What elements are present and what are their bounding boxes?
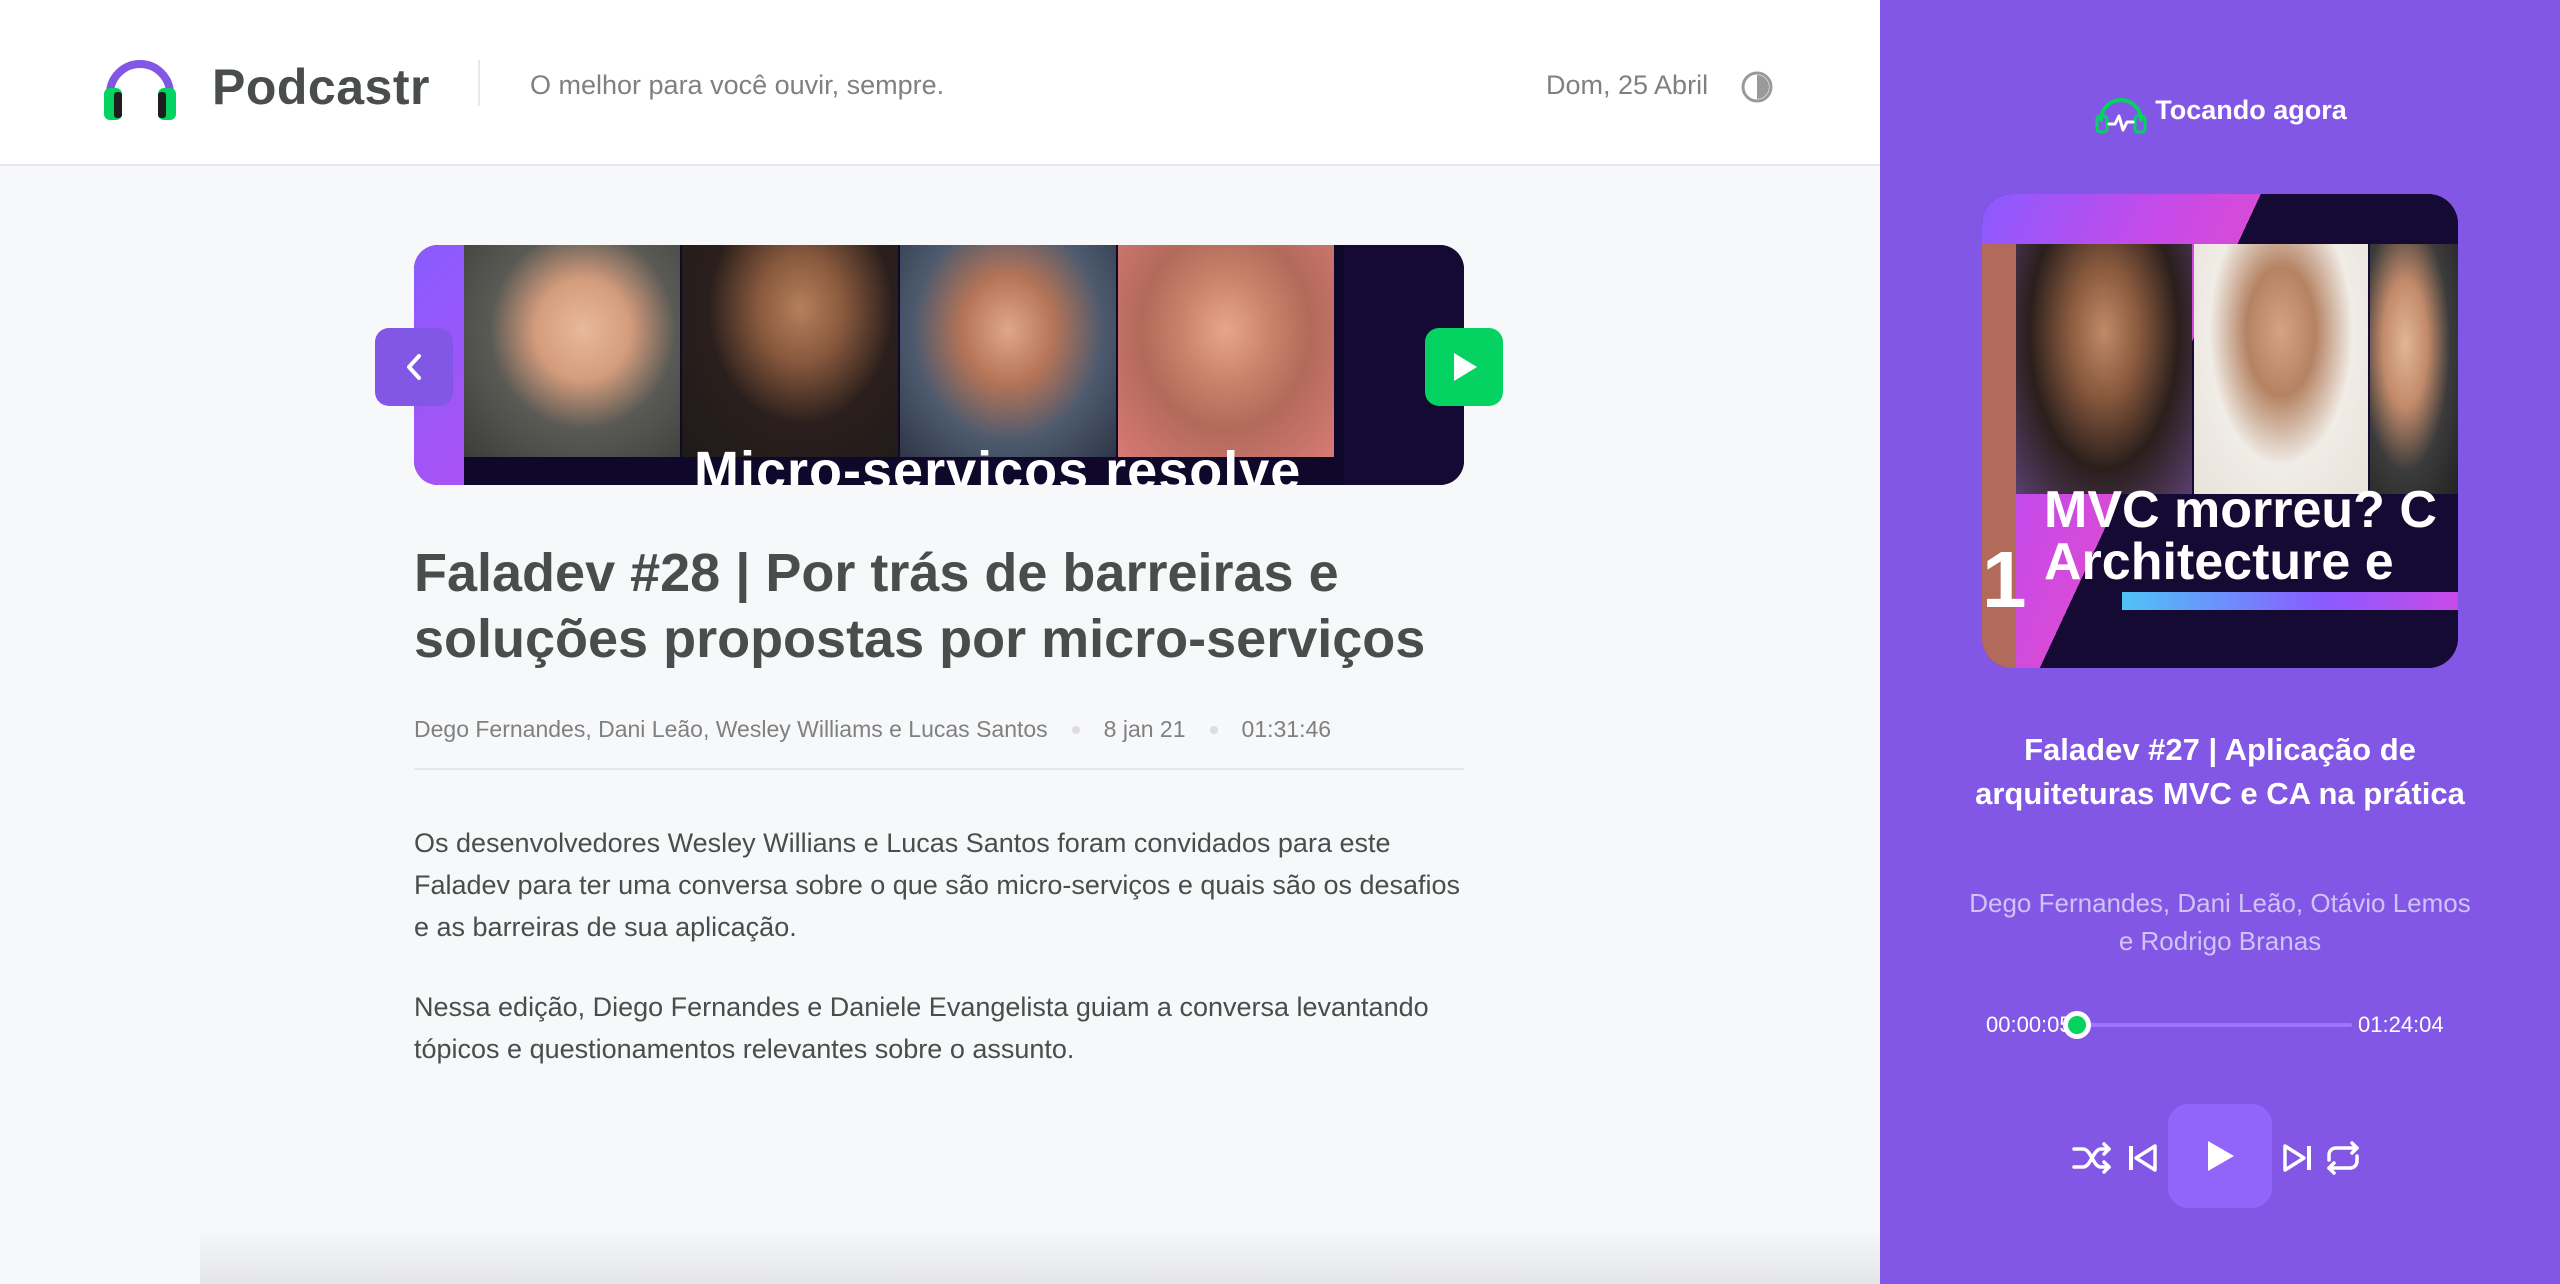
total-time: 01:24:04 bbox=[2358, 1012, 2444, 1037]
play-button[interactable] bbox=[2168, 1104, 2272, 1208]
meta-divider bbox=[414, 768, 1464, 770]
participant-photo bbox=[2370, 244, 2458, 494]
episode-members: Dego Fernandes, Dani Leão, Wesley Willia… bbox=[414, 716, 1048, 742]
episode-thumbnail: Micro-serviços resolve bbox=[414, 245, 1464, 485]
repeat-button[interactable] bbox=[2320, 1138, 2366, 1178]
play-icon bbox=[2208, 1141, 2234, 1171]
episode-date: 8 jan 21 bbox=[1103, 716, 1186, 742]
cover-caption: MVC morreu? C Architecture e bbox=[2044, 484, 2458, 588]
next-icon bbox=[2283, 1144, 2311, 1172]
headphones-logo-icon bbox=[104, 60, 176, 120]
progress-track[interactable] bbox=[2080, 1023, 2352, 1027]
shuffle-button[interactable] bbox=[2070, 1138, 2114, 1178]
participant-photo bbox=[464, 245, 680, 457]
cover-caption-line: Architecture e bbox=[2044, 533, 2394, 588]
next-button[interactable] bbox=[2278, 1138, 2318, 1178]
cover-caption-line: MVC morreu? C bbox=[2044, 484, 2437, 539]
meta-separator-dot bbox=[1209, 725, 1218, 734]
player-header: Tocando agora bbox=[1880, 86, 2560, 134]
episode-meta: Dego Fernandes, Dani Leão, Wesley Willia… bbox=[414, 716, 1331, 743]
thumbnail-caption: Micro-serviços resolve bbox=[694, 441, 1302, 485]
play-episode-button[interactable] bbox=[1425, 328, 1503, 406]
tagline: O melhor para você ouvir, sempre. bbox=[530, 70, 945, 100]
app-name: Podcastr bbox=[212, 59, 430, 115]
participant-photo bbox=[900, 245, 1116, 457]
description-paragraph: Os desenvolvedores Wesley Willians e Luc… bbox=[414, 828, 1461, 942]
bottom-shadow bbox=[200, 1230, 1880, 1284]
now-playing-members: Dego Fernandes, Dani Leão, Otávio Lemos … bbox=[1969, 888, 2471, 956]
participant-photo bbox=[682, 245, 898, 457]
play-icon bbox=[1454, 353, 1477, 381]
previous-button[interactable] bbox=[2122, 1138, 2162, 1178]
cover-number: 1 bbox=[1982, 535, 2027, 624]
shuffle-icon bbox=[2072, 1142, 2111, 1174]
repeat-icon bbox=[2327, 1141, 2359, 1175]
meta-separator-dot bbox=[1071, 725, 1080, 734]
chevron-left-icon bbox=[407, 354, 421, 380]
header-divider bbox=[478, 60, 480, 106]
episode-duration: 01:31:46 bbox=[1241, 716, 1332, 742]
cover-accent-bar bbox=[2122, 592, 2458, 610]
episode-description: Os desenvolvedores Wesley Willians e Luc… bbox=[414, 822, 1464, 1108]
participant-photo bbox=[1118, 245, 1334, 457]
description-paragraph: Nessa edição, Diego Fernandes e Daniele … bbox=[414, 992, 1429, 1064]
now-playing-title: Faladev #27 | Aplicação de arquiteturas … bbox=[1975, 732, 2465, 811]
player-controls bbox=[1880, 1104, 2560, 1208]
previous-icon bbox=[2129, 1144, 2157, 1172]
half-circle-icon[interactable] bbox=[1740, 70, 1774, 104]
now-playing-cover: MVC morreu? C Architecture e 1 bbox=[1982, 194, 2458, 668]
episode-title: Faladev #28 | Por trás de barreiras e so… bbox=[414, 543, 1426, 669]
current-time: 00:00:05 bbox=[1986, 1012, 2072, 1037]
headphones-icon bbox=[2095, 98, 2147, 134]
participant-photo bbox=[2194, 244, 2368, 494]
now-playing-label: Tocando agora bbox=[2155, 94, 2347, 125]
top-header: Podcastr O melhor para você ouvir, sempr… bbox=[0, 0, 1880, 166]
participant-photo bbox=[2016, 244, 2192, 494]
current-date: Dom, 25 Abril bbox=[1546, 70, 1709, 100]
player-panel: Tocando agora MVC morreu? C Architecture… bbox=[1880, 0, 2560, 1284]
back-button[interactable] bbox=[375, 328, 453, 406]
